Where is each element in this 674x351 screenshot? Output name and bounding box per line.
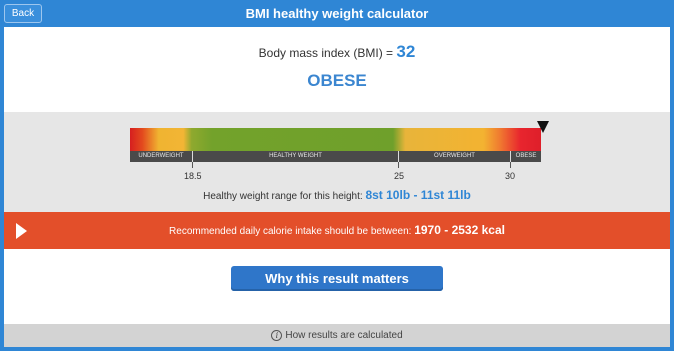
back-button[interactable]: Back <box>4 4 42 23</box>
segment-healthy: HEALTHY WEIGHT <box>269 153 322 159</box>
bmi-result: Body mass index (BMI) = 32 <box>4 42 670 62</box>
tick-mark <box>510 162 511 168</box>
calorie-text: Recommended daily calorie intake should … <box>4 212 670 249</box>
bmi-color-bar <box>130 128 541 151</box>
page-title: BMI healthy weight calculator <box>245 6 429 21</box>
bmi-label: Body mass index (BMI) = <box>258 46 397 60</box>
segment-underweight: UNDERWEIGHT <box>138 153 184 159</box>
why-result-matters-button[interactable]: Why this result matters <box>231 266 443 291</box>
action-panel: Why this result matters <box>4 249 670 324</box>
bmi-pointer-icon <box>537 121 549 133</box>
app-frame: BMI healthy weight calculator Back Body … <box>0 0 674 351</box>
tick-mark <box>398 162 399 168</box>
result-panel: Body mass index (BMI) = 32 OBESE <box>4 27 670 112</box>
bmi-segment-labels: UNDERWEIGHT HEALTHY WEIGHT OVERWEIGHT OB… <box>130 151 541 162</box>
calorie-label: Recommended daily calorie intake should … <box>169 226 415 237</box>
tick-label-25: 25 <box>394 171 405 181</box>
bmi-value: 32 <box>396 42 416 61</box>
bmi-scale-panel: UNDERWEIGHT HEALTHY WEIGHT OVERWEIGHT OB… <box>4 112 670 212</box>
bmi-category: OBESE <box>307 71 367 90</box>
tick-label-18-5: 18.5 <box>184 171 202 181</box>
calorie-value: 1970 - 2532 kcal <box>414 223 505 237</box>
tick-label-30: 30 <box>505 171 516 181</box>
play-icon[interactable] <box>16 223 27 239</box>
info-icon: i <box>271 329 283 341</box>
tick-mark <box>192 162 193 168</box>
footer-bar: i How results are calculated <box>4 324 670 347</box>
healthy-range-value: 8st 10lb - 11st 11lb <box>365 188 471 202</box>
header-bar: BMI healthy weight calculator Back <box>0 0 674 27</box>
healthy-range-label: Healthy weight range for this height: <box>203 191 366 202</box>
how-calculated-link[interactable]: i How results are calculated <box>4 324 670 347</box>
segment-overweight: OVERWEIGHT <box>434 153 475 159</box>
segment-obese: OBESE <box>515 153 537 159</box>
how-calculated-label: How results are calculated <box>285 330 403 341</box>
healthy-range: Healthy weight range for this height: 8s… <box>4 188 670 202</box>
calorie-panel: Recommended daily calorie intake should … <box>4 212 670 249</box>
